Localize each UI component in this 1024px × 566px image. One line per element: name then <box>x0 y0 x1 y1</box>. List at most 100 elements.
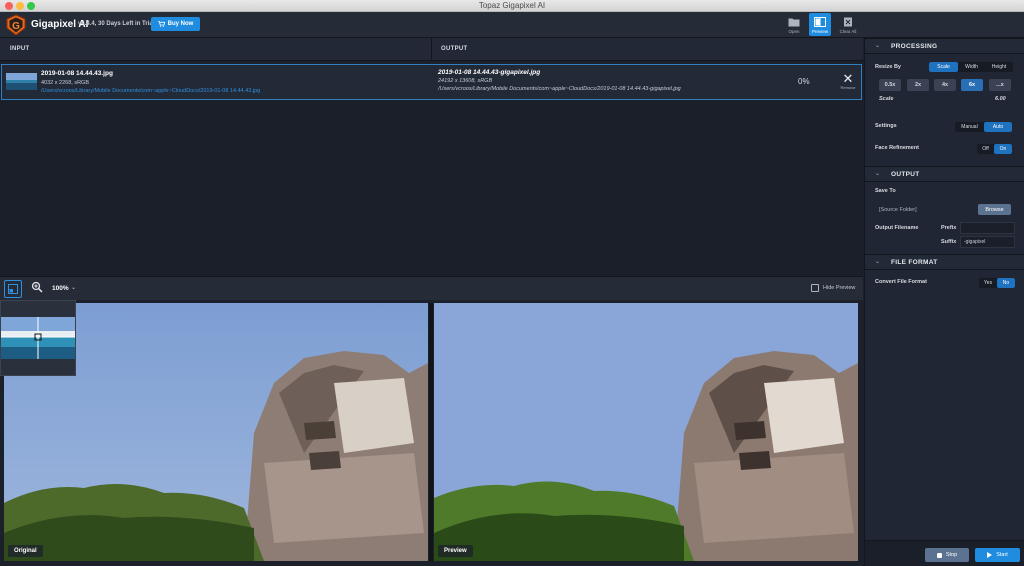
settings-label: Settings <box>875 123 897 129</box>
output-title: OUTPUT <box>891 171 920 178</box>
scale-4x-button[interactable]: 4x <box>934 79 956 91</box>
save-to-value: [Source Folder] <box>879 207 917 213</box>
clear-all-icon <box>844 17 852 27</box>
start-button[interactable]: Start <box>975 548 1020 562</box>
buy-now-label: Buy Now <box>167 21 194 27</box>
trial-status: v4.4.4, 30 Days Left in Trial <box>78 21 155 27</box>
output-dimensions: 24192 x 13608, sRGB <box>438 78 493 84</box>
folder-icon <box>788 18 800 27</box>
scale-6x-button[interactable]: 6x <box>961 79 983 91</box>
stop-label: Stop <box>945 552 958 558</box>
face-off-option[interactable]: Off <box>977 144 994 154</box>
play-icon <box>987 552 993 558</box>
scale-2x-button[interactable]: 2x <box>907 79 929 91</box>
app-window: Topaz Gigapixel AI G Gigapixel AI v4.4.4… <box>0 0 1024 566</box>
input-filename: 2019-01-08 14.44.43.jpg <box>41 70 113 77</box>
preview-button[interactable]: Preview <box>809 13 831 36</box>
resize-width-option[interactable]: Width <box>958 62 985 72</box>
suffix-input[interactable]: -gigapixel <box>960 236 1015 248</box>
navigator-image <box>1 317 75 359</box>
input-column-header: INPUT <box>10 46 30 52</box>
hide-preview-icon <box>811 284 819 292</box>
settings-toggle: Manual Auto <box>955 122 1012 132</box>
resize-height-option[interactable]: Height <box>985 62 1013 72</box>
convert-yes-option[interactable]: Yes <box>979 278 997 288</box>
open-button[interactable]: Open <box>783 13 805 36</box>
convert-format-toggle: Yes No <box>979 278 1015 288</box>
split-view-button[interactable] <box>4 280 22 298</box>
window-title: Topaz Gigapixel AI <box>478 1 546 10</box>
column-divider <box>431 38 432 61</box>
file-queue-area <box>0 101 863 275</box>
chevron-down-icon[interactable]: ⌄ <box>71 284 76 291</box>
save-to-label: Save To <box>875 188 896 194</box>
top-toolbar: G Gigapixel AI v4.4.4, 30 Days Left in T… <box>0 12 1024 38</box>
stop-icon <box>936 552 942 558</box>
settings-manual-option[interactable]: Manual <box>955 122 984 132</box>
output-filename-label: Output Filename <box>875 225 919 231</box>
hide-preview-label: Hide Preview <box>823 285 856 291</box>
prefix-input[interactable] <box>960 222 1015 234</box>
output-filename: 2019-01-08 14.44.43-gigapixel.jpg <box>438 69 541 76</box>
close-icon: ✕ <box>842 71 854 86</box>
remove-button[interactable]: ✕ Remove <box>838 72 858 96</box>
pane-divider[interactable] <box>429 303 433 561</box>
output-section-header[interactable]: ⌄ OUTPUT <box>865 166 1024 182</box>
file-row[interactable]: 2019-01-08 14.44.43.jpg 4032 x 2268, sRG… <box>1 64 862 100</box>
hide-preview-toggle[interactable]: Hide Preview <box>811 284 855 292</box>
settings-auto-option[interactable]: Auto <box>984 122 1012 132</box>
title-bar: Topaz Gigapixel AI <box>0 0 1024 12</box>
preview-label: Preview <box>811 29 828 34</box>
file-thumbnail <box>6 73 37 90</box>
resize-by-toggle: Scale Width Height <box>929 62 1013 72</box>
processing-title: PROCESSING <box>891 43 938 50</box>
scale-custom-button[interactable]: ...x <box>989 79 1011 91</box>
face-refinement-label: Face Refinement <box>875 145 920 151</box>
preview-icon <box>814 17 826 27</box>
convert-format-label: Convert File Format <box>875 279 927 285</box>
resize-scale-option[interactable]: Scale <box>929 62 958 72</box>
buy-now-button[interactable]: Buy Now <box>151 17 200 31</box>
convert-no-option[interactable]: No <box>997 278 1015 288</box>
chevron-down-icon: ⌄ <box>875 171 881 177</box>
input-dimensions: 4032 x 2268, sRGB <box>41 80 90 86</box>
output-path: /Users/vcroos/Library/Mobile Documents/c… <box>438 86 681 92</box>
preview-image <box>434 303 858 561</box>
start-label: Start <box>996 552 1008 558</box>
zoom-level-select[interactable]: 100% <box>52 285 69 292</box>
file-format-section-header[interactable]: ⌄ FILE FORMAT <box>865 254 1024 270</box>
preview-label-tag: Preview <box>438 545 473 557</box>
suffix-label: Suffix <box>941 239 957 245</box>
navigator-thumbnail[interactable] <box>0 300 76 376</box>
clear-all-label: Clear All <box>839 29 857 34</box>
input-path-link[interactable]: /Users/vcroos/Library/Mobile Documents/c… <box>41 88 260 94</box>
stop-button[interactable]: Stop <box>925 548 969 562</box>
remove-label: Remove <box>840 85 856 90</box>
file-list-header: INPUT OUTPUT <box>0 38 863 61</box>
split-view-icon <box>8 284 18 294</box>
file-format-title: FILE FORMAT <box>891 259 938 266</box>
browse-button[interactable]: Browse <box>978 204 1011 215</box>
action-bar: Stop Start <box>865 540 1024 566</box>
scale-value: 6.00 <box>995 96 1006 102</box>
enhanced-preview-pane[interactable]: Preview <box>434 303 858 561</box>
cart-icon <box>157 21 165 27</box>
processing-section-header[interactable]: ⌄ PROCESSING <box>865 38 1024 54</box>
face-refinement-toggle: Off On <box>977 144 1012 154</box>
output-column-header: OUTPUT <box>441 46 468 52</box>
svg-text:G: G <box>12 21 20 32</box>
preview-toolbar: 100% ⌄ Hide Preview <box>0 276 863 300</box>
chevron-down-icon: ⌄ <box>875 43 881 49</box>
chevron-down-icon: ⌄ <box>875 259 881 265</box>
original-label: Original <box>8 545 43 557</box>
gigapixel-logo-icon: G <box>6 14 26 36</box>
scale-label: Scale <box>879 96 894 102</box>
settings-panel: ⌄ PROCESSING Resize By Scale Width Heigh… <box>864 38 1024 566</box>
resize-by-label: Resize By <box>875 64 901 70</box>
clear-all-button[interactable]: Clear All <box>837 13 859 36</box>
zoom-icon[interactable] <box>31 281 43 293</box>
prefix-label: Prefix <box>941 225 957 231</box>
scale-0-5x-button[interactable]: 0.5x <box>879 79 901 91</box>
open-label: Open <box>788 29 800 34</box>
face-on-option[interactable]: On <box>994 144 1012 154</box>
